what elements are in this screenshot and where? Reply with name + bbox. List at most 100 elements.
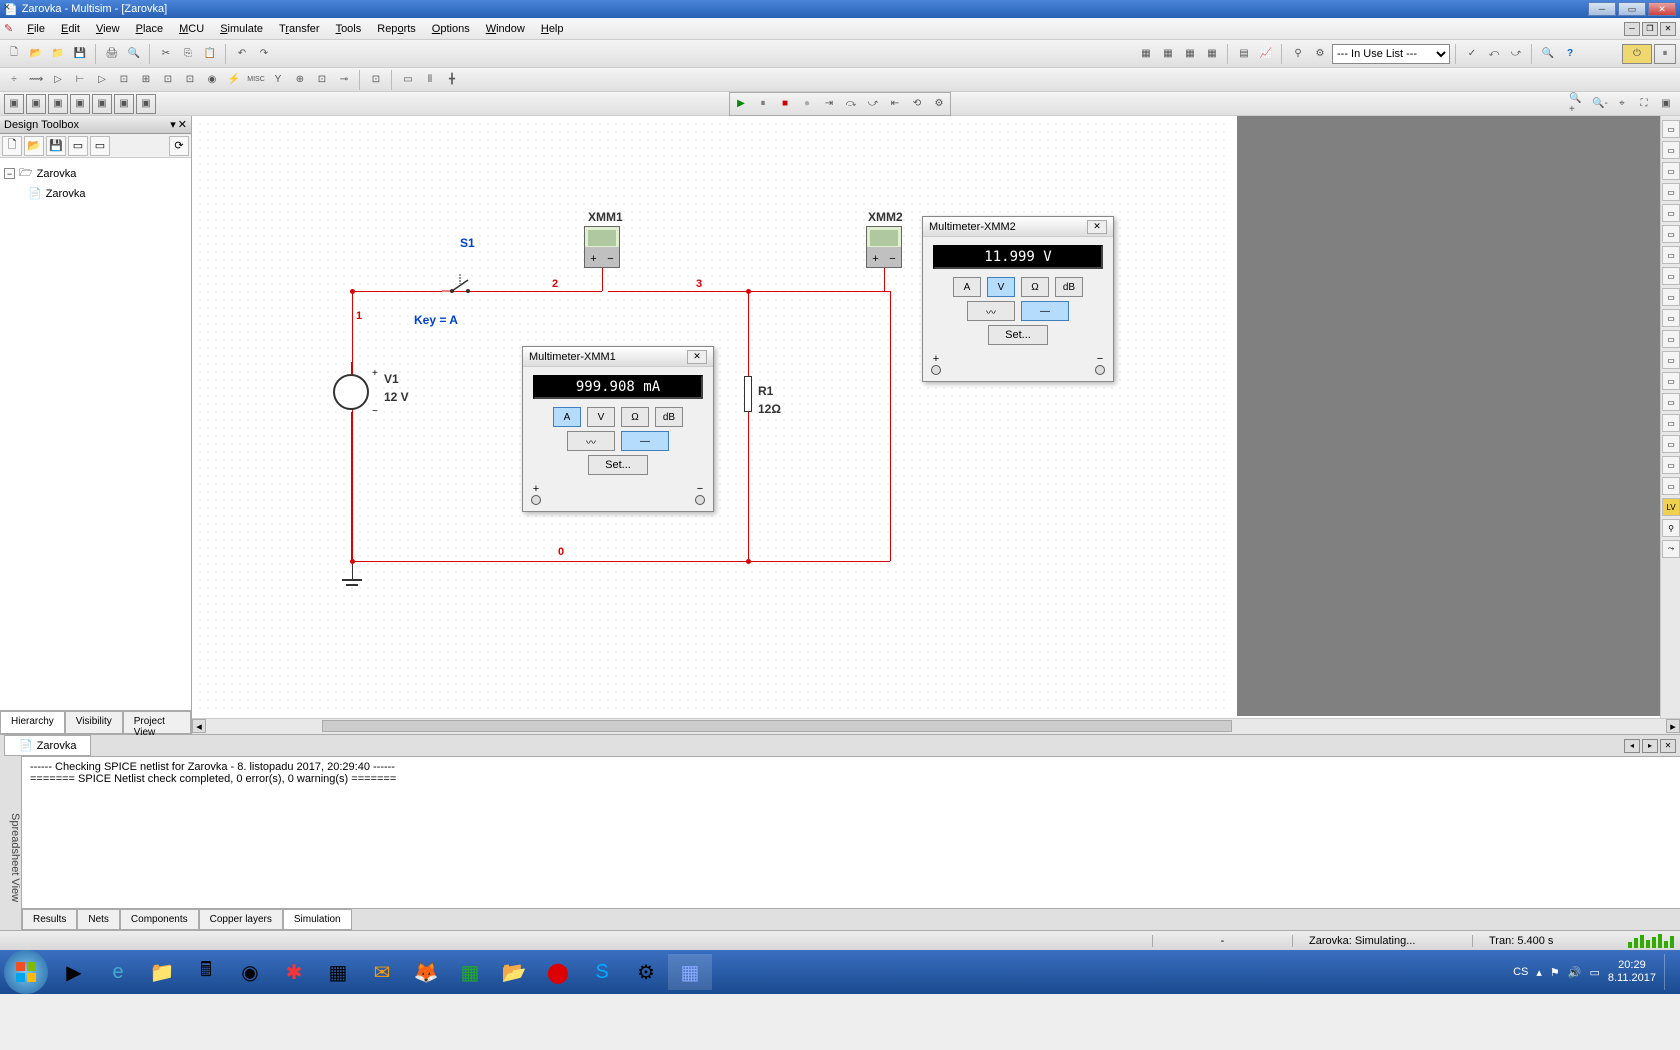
wire[interactable] bbox=[352, 291, 442, 292]
fullscreen-button[interactable]: ▣ bbox=[1656, 94, 1676, 114]
new-button[interactable]: 🗋 bbox=[4, 44, 24, 64]
taskbar-app2[interactable]: ⚙ bbox=[624, 954, 668, 990]
run-button[interactable]: ▶ bbox=[731, 94, 751, 114]
log-tab-nets[interactable]: Nets bbox=[77, 909, 120, 930]
doc-tab-zarovka[interactable]: 📄 Zarovka bbox=[4, 735, 91, 756]
taskbar-irfan[interactable]: ✱ bbox=[272, 954, 316, 990]
xmm1-close-button[interactable]: ✕ bbox=[687, 350, 707, 364]
step-out-button[interactable]: ⤻ bbox=[863, 94, 883, 114]
place-cmos-button[interactable]: ⊞ bbox=[136, 70, 156, 90]
toggle-sheet-button[interactable]: ▦ bbox=[1158, 44, 1178, 64]
graph-button[interactable]: 📈 bbox=[1256, 44, 1276, 64]
design-btn-5[interactable]: ▭ bbox=[90, 136, 110, 156]
simulation-log[interactable]: ------ Checking SPICE netlist for Zarovk… bbox=[22, 757, 1680, 908]
instr-ag-scope[interactable]: ▭ bbox=[1662, 456, 1680, 474]
junction[interactable] bbox=[350, 289, 355, 294]
wire[interactable] bbox=[748, 291, 749, 376]
save-design-button[interactable]: 💾 bbox=[46, 136, 66, 156]
switch-s1[interactable] bbox=[442, 274, 472, 301]
tray-clock[interactable]: 20:29 8.11.2017 bbox=[1608, 959, 1656, 985]
xmm2-mode-db[interactable]: dB bbox=[1055, 277, 1083, 297]
schematic-canvas[interactable]: 1 2 3 0 S1 Key = A + − V1 12 V R1 12Ω bbox=[192, 116, 1680, 734]
taskbar-multisim[interactable]: ▦ bbox=[668, 954, 712, 990]
instr-logic-an[interactable]: ▭ bbox=[1662, 288, 1680, 306]
menu-tools[interactable]: Tools bbox=[328, 20, 370, 38]
panel-pin-icon[interactable]: ▾ bbox=[170, 118, 176, 131]
instr-net[interactable]: ▭ bbox=[1662, 393, 1680, 411]
cut-button[interactable]: ✂ bbox=[156, 44, 176, 64]
menu-simulate[interactable]: Simulate bbox=[212, 20, 271, 38]
find-button[interactable]: 🔍 bbox=[1538, 44, 1558, 64]
xmm1-window[interactable]: Multimeter-XMM1 ✕ 999.908 mA A V Ω dB 〰 … bbox=[522, 346, 714, 512]
instr-dist[interactable]: ▭ bbox=[1662, 351, 1680, 369]
wire[interactable] bbox=[748, 291, 890, 292]
menu-transfer[interactable]: Transfer bbox=[271, 20, 328, 38]
tray-action-icon[interactable]: ▭ bbox=[1589, 966, 1599, 979]
open-samples-button[interactable]: 📁 bbox=[48, 44, 68, 64]
taskbar-explorer[interactable]: 📁 bbox=[140, 954, 184, 990]
wire[interactable] bbox=[602, 268, 603, 291]
step-into-button[interactable]: ⇥ bbox=[819, 94, 839, 114]
place-diode-button[interactable]: ▷ bbox=[48, 70, 68, 90]
instr-tk-scope[interactable]: ▭ bbox=[1662, 477, 1680, 495]
place-analog-button[interactable]: ▷ bbox=[92, 70, 112, 90]
xmm1-ac-button[interactable]: 〰 bbox=[567, 431, 615, 451]
zoom-in-button[interactable]: 🔍+ bbox=[1568, 94, 1588, 114]
resistor-r1[interactable] bbox=[744, 376, 752, 412]
xmm1-mode-db[interactable]: dB bbox=[655, 407, 683, 427]
erc-button[interactable]: ✓ bbox=[1462, 44, 1482, 64]
sim-pause-btn[interactable]: ⏸ bbox=[1654, 44, 1676, 64]
menu-place[interactable]: Place bbox=[128, 20, 172, 38]
mdi-minimize[interactable]: ─ bbox=[1624, 22, 1640, 36]
taskbar-acrobat[interactable]: ⬤ bbox=[536, 954, 580, 990]
place-electromec-button[interactable]: ⊕ bbox=[290, 70, 310, 90]
undo-button[interactable]: ↶ bbox=[232, 44, 252, 64]
show-desktop-button[interactable] bbox=[1664, 954, 1672, 990]
tab-project-view[interactable]: Project View bbox=[123, 711, 191, 734]
back-annotate-button[interactable]: ⤺ bbox=[1484, 44, 1504, 64]
canvas-h-scrollbar[interactable]: ◂ ▸ bbox=[192, 718, 1680, 734]
place-mcu-button[interactable]: ⊡ bbox=[366, 70, 386, 90]
xmm2-window[interactable]: Multimeter-XMM2 ✕ 11.999 V A V Ω dB 〰 — … bbox=[922, 216, 1114, 382]
instr-current[interactable]: ⤳ bbox=[1662, 540, 1680, 558]
instr-multimeter[interactable]: ▭ bbox=[1662, 120, 1680, 138]
maximize-button[interactable]: ▭ bbox=[1618, 2, 1646, 16]
junction[interactable] bbox=[746, 559, 751, 564]
place-misc-digital-button[interactable]: ⊡ bbox=[158, 70, 178, 90]
new-design-button[interactable]: 🗋 bbox=[2, 136, 22, 156]
copy-button[interactable]: ⎘ bbox=[178, 44, 198, 64]
menu-help[interactable]: Help bbox=[533, 20, 572, 38]
save-button[interactable]: 💾 bbox=[70, 44, 90, 64]
toggle-grid-button[interactable]: ▦ bbox=[1136, 44, 1156, 64]
taskbar-folder[interactable]: 📂 bbox=[492, 954, 536, 990]
instr-bode[interactable]: ▭ bbox=[1662, 225, 1680, 243]
menu-options[interactable]: Options bbox=[424, 20, 478, 38]
taskbar-firefox[interactable]: 🦊 bbox=[404, 954, 448, 990]
tray-show-hidden-icon[interactable]: ▴ bbox=[1536, 966, 1542, 979]
mdi-restore[interactable]: ❐ bbox=[1642, 22, 1658, 36]
taskbar-app1[interactable]: ▦ bbox=[316, 954, 360, 990]
place-power-button[interactable]: ⚡ bbox=[224, 70, 244, 90]
sim-switch-on[interactable]: ⏻ bbox=[1622, 44, 1652, 64]
tab-close[interactable]: ✕ bbox=[1660, 739, 1676, 753]
place-basic-button[interactable]: ⟿ bbox=[26, 70, 46, 90]
tray-volume-icon[interactable]: 🔊 bbox=[1568, 966, 1582, 979]
xmm2-set-button[interactable]: Set... bbox=[988, 325, 1048, 345]
log-tab-results[interactable]: Results bbox=[22, 909, 77, 930]
place-source-button[interactable]: ÷ bbox=[4, 70, 24, 90]
instr-wattmeter[interactable]: ▭ bbox=[1662, 162, 1680, 180]
pause-button[interactable]: ⏸ bbox=[753, 94, 773, 114]
taskbar-ie[interactable]: e bbox=[96, 954, 140, 990]
instr-logic-conv[interactable]: ▭ bbox=[1662, 309, 1680, 327]
tab-scroll-right[interactable]: ▸ bbox=[1642, 739, 1658, 753]
place-connector-button[interactable]: ⊸ bbox=[334, 70, 354, 90]
refresh-design-button[interactable]: ⟳ bbox=[169, 136, 189, 156]
start-button[interactable] bbox=[4, 950, 48, 994]
zoom-out-button[interactable]: 🔍- bbox=[1590, 94, 1610, 114]
reverse-button[interactable]: ⟲ bbox=[907, 94, 927, 114]
open-button[interactable]: 📂 bbox=[26, 44, 46, 64]
close-button[interactable]: ✕ bbox=[1648, 2, 1676, 16]
xmm2-mode-v[interactable]: V bbox=[987, 277, 1015, 297]
taskbar-outlook[interactable]: ✉ bbox=[360, 954, 404, 990]
junction[interactable] bbox=[746, 289, 751, 294]
